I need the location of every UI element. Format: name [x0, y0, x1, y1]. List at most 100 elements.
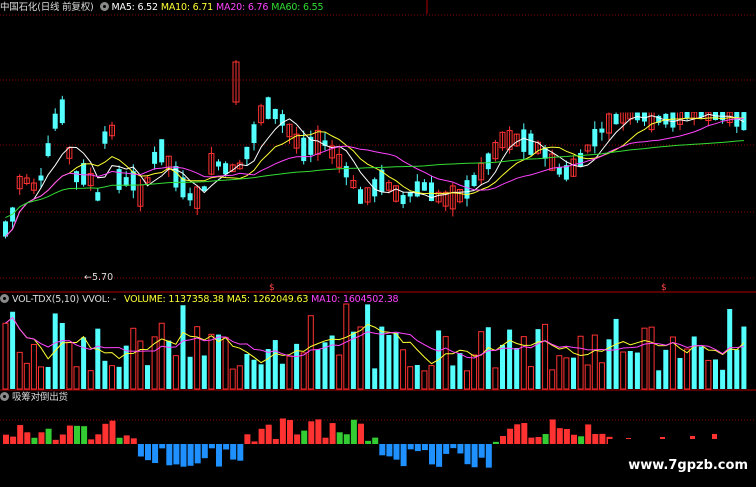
volume-bar-up [172, 355, 179, 390]
grid-lines [0, 0, 756, 421]
indicator-bar [443, 444, 450, 454]
indicator-bar [393, 444, 400, 460]
candle-down [152, 151, 158, 164]
candle-down [216, 161, 221, 167]
volume-ma10-line [5, 316, 744, 359]
volume-bar-down [329, 335, 335, 389]
indicator-bar [237, 444, 244, 461]
volume-bar-up [30, 343, 37, 390]
indicator-bar [429, 444, 435, 465]
volume-bar-up [23, 362, 30, 390]
volume-bar-up [669, 336, 676, 390]
candle-down [38, 175, 44, 181]
candle-down [223, 163, 229, 175]
volume-bar-down [10, 311, 16, 389]
candle-down [123, 177, 129, 186]
volume-bar-down [372, 368, 378, 389]
indicator-bar [450, 444, 457, 449]
indicator-bar [485, 444, 492, 468]
volume-bar-up [229, 368, 236, 390]
main-chart-header: 中国石化(日线 前复权) MA5: 6.52 MA10: 6.71 MA20: 6.7… [0, 2, 326, 14]
price-chart-canvas: $ $ [0, 0, 756, 468]
settings-gear-icon[interactable] [0, 294, 9, 303]
candle-down [521, 129, 527, 152]
candle-down [265, 97, 271, 119]
volume-bar-down [272, 340, 278, 389]
volume-bar-up [556, 355, 563, 390]
candle-down [95, 192, 101, 201]
indicator-bar [10, 436, 17, 444]
volume-bar-down [677, 357, 683, 389]
volume-bar-down [485, 327, 491, 389]
indicator-bar [528, 437, 535, 444]
candle-down [187, 193, 193, 201]
indicator-bar [17, 425, 24, 444]
ma5-label: MA5: 6.52 [111, 2, 159, 13]
indicator-title: 吸筹对倒出货 [12, 392, 68, 403]
candle-down [485, 153, 491, 170]
candle-down [358, 189, 363, 204]
indicator-bar [521, 422, 528, 444]
ma60-label: MA60: 6.55 [271, 2, 324, 13]
volume-bar-down [315, 349, 321, 389]
indicator-bar [372, 437, 379, 444]
indicator-bar [152, 444, 159, 464]
indicator-bar [478, 444, 485, 458]
volume-bar-up [109, 365, 115, 390]
volume-bar-down [244, 353, 250, 389]
indicator-bar [464, 444, 471, 465]
candle-down [400, 195, 406, 205]
indicator-bar [180, 444, 187, 467]
signal-marker: $ [269, 283, 275, 293]
volume-bar-down [102, 360, 108, 389]
watermark: www.7gpzb.com [628, 458, 748, 473]
candle-down [421, 182, 427, 191]
volume-bar-up [471, 354, 478, 390]
indicator-bar [31, 437, 38, 444]
volume-bar-down [514, 348, 520, 389]
vol-ma10-label: MA10: 1604502.38 [311, 294, 399, 305]
candle-down [102, 131, 108, 144]
indicator-bar [208, 444, 215, 449]
indicator-bar [66, 425, 73, 444]
volume-bar-down [95, 328, 101, 389]
volume-bar-down [201, 355, 207, 389]
volume-bar-down [393, 332, 399, 389]
volume-bar-up [194, 326, 201, 390]
volume-bar-up [641, 327, 648, 390]
indicator-bar [130, 438, 137, 444]
ma10-label: MA10: 6.71 [160, 2, 214, 13]
indicator-bar [166, 444, 173, 466]
indicator-bar [279, 418, 286, 444]
volume-bar-down [571, 357, 576, 389]
indicator-bar [492, 441, 499, 444]
ma20-label: MA20: 6.76 [216, 2, 269, 13]
stock-title: 中国石化(日线 前复权) [0, 2, 94, 13]
volume-bar-down [265, 349, 271, 389]
volume-bar-up [16, 351, 23, 390]
volume-bar-up [2, 322, 9, 390]
indicator-bar [194, 444, 201, 464]
indicator-bar [457, 444, 464, 454]
volume-bar-down [116, 366, 122, 389]
indicator-bar [365, 440, 372, 444]
volume-bar-down [627, 350, 633, 389]
moving-average-lines [5, 113, 745, 237]
volume-bar-down [698, 346, 704, 389]
candle-down [670, 112, 676, 128]
indicator-bar [3, 434, 9, 444]
volume-bar-up [407, 366, 414, 390]
volume-bar-down [734, 349, 740, 389]
settings-gear-icon[interactable] [99, 2, 109, 11]
indicator-bar [265, 424, 272, 444]
indicator-bar [230, 444, 237, 460]
candle-down [528, 133, 534, 155]
volume-bar-up [73, 366, 80, 390]
volume-bar-down [386, 335, 392, 389]
candle-down [556, 167, 562, 175]
indicator-bar [173, 444, 180, 465]
settings-gear-icon[interactable] [0, 392, 9, 401]
candle-down [684, 112, 690, 119]
indicator-bar [507, 428, 514, 444]
indicator-bar [308, 421, 315, 444]
